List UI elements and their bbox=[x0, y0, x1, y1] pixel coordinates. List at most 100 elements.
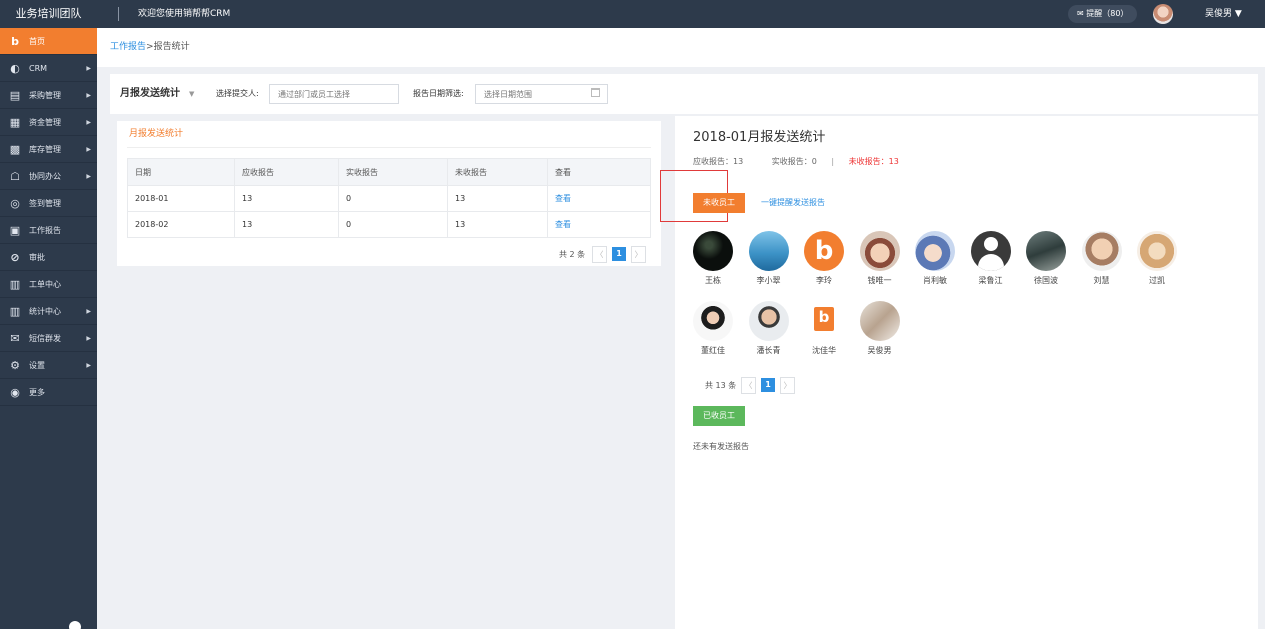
employee-avatar bbox=[804, 301, 844, 341]
employee-item[interactable]: 董红佳 bbox=[689, 301, 737, 356]
remind-all-button[interactable]: 一键提醒发送报告 bbox=[761, 193, 825, 213]
sidebar-item-label: CRM bbox=[29, 64, 48, 73]
filter-bar: 月报发送统计 ▼ 选择提交人: 报告日期筛选: bbox=[110, 74, 1258, 114]
employee-name: 李小翠 bbox=[756, 276, 781, 285]
table-row: 2018-01 13 0 13 查看 bbox=[127, 185, 651, 212]
employee-item[interactable]: b 李玲 bbox=[800, 231, 848, 286]
sidebar-item-label: 签到管理 bbox=[29, 199, 61, 208]
employee-name: 董红佳 bbox=[701, 346, 725, 355]
chevron-right-icon: ▶ bbox=[86, 119, 91, 126]
breadcrumb-link-work-report[interactable]: 工作报告 bbox=[110, 42, 146, 52]
sidebar-item-home[interactable]: b 首页 bbox=[0, 28, 97, 55]
remind-button[interactable]: ✉ 提醒（80） bbox=[1068, 5, 1138, 23]
sidebar-item-office[interactable]: ☖ 协同办公 ▶ bbox=[0, 163, 97, 190]
table-pagination: 共 2 条 〈 1 〉 bbox=[559, 246, 651, 263]
prev-page-button[interactable]: 〈 bbox=[592, 246, 607, 263]
employee-name: 梁鲁江 bbox=[978, 276, 1003, 285]
received-employees-button[interactable]: 已收员工 bbox=[693, 406, 745, 426]
sidebar-item-report[interactable]: ▣ 工作报告 bbox=[0, 217, 97, 244]
sidebar-item-label: 更多 bbox=[29, 388, 45, 397]
next-page-button[interactable]: 〉 bbox=[780, 377, 795, 394]
employee-item[interactable]: 梁鲁江 bbox=[967, 231, 1015, 286]
cell-date: 2018-01 bbox=[127, 185, 235, 212]
employee-item[interactable]: 刘慧 bbox=[1078, 231, 1126, 286]
page-1-button[interactable]: 1 bbox=[761, 378, 775, 392]
prev-page-button[interactable]: 〈 bbox=[741, 377, 756, 394]
checkin-icon: ◎ bbox=[10, 197, 20, 210]
col-missing: 未收报告 bbox=[447, 158, 548, 186]
employee-avatar: b bbox=[804, 231, 844, 271]
stats-icon: ▥ bbox=[9, 305, 21, 318]
caret-down-icon[interactable]: ▼ bbox=[189, 74, 194, 114]
employee-item[interactable]: 王栋 bbox=[689, 231, 737, 286]
chevron-right-icon: ▶ bbox=[86, 173, 91, 180]
submitter-input[interactable] bbox=[269, 84, 399, 104]
table-row: 2018-02 13 0 13 查看 bbox=[127, 211, 651, 238]
sidebar-item-label: 资金管理 bbox=[29, 118, 61, 127]
employee-avatar bbox=[1026, 231, 1066, 271]
panel-divider bbox=[127, 147, 651, 148]
sidebar-item-sms[interactable]: ✉ 短信群发 ▶ bbox=[0, 325, 97, 352]
employee-item[interactable]: 过凯 bbox=[1133, 231, 1181, 286]
sidebar-item-label: 设置 bbox=[29, 361, 45, 370]
sidebar-item-label: 采购管理 bbox=[29, 91, 61, 100]
report-table: 日期 应收报告 实收报告 未收报告 查看 2018-01 13 0 13 查看 … bbox=[127, 158, 651, 238]
employee-item[interactable]: 肖利敏 bbox=[911, 231, 959, 286]
employee-avatar bbox=[1137, 231, 1177, 271]
cell-missing: 13 bbox=[447, 185, 548, 212]
user-avatar[interactable] bbox=[1153, 4, 1173, 24]
inventory-icon: ▩ bbox=[9, 143, 21, 156]
sidebar-item-purchase[interactable]: ▤ 采购管理 ▶ bbox=[0, 82, 97, 109]
page-1-button[interactable]: 1 bbox=[612, 247, 626, 261]
sidebar-item-inventory[interactable]: ▩ 库存管理 ▶ bbox=[0, 136, 97, 163]
cell-view: 查看 bbox=[547, 211, 651, 238]
employee-item[interactable]: 徐国波 bbox=[1022, 231, 1070, 286]
sidebar-item-ticket[interactable]: ▥ 工单中心 bbox=[0, 271, 97, 298]
user-menu[interactable]: 吴俊男 ▼ bbox=[1205, 0, 1242, 28]
approval-icon: ⊘ bbox=[10, 251, 20, 264]
cell-date: 2018-02 bbox=[127, 211, 235, 238]
employee-item[interactable]: 沈佳华 bbox=[800, 301, 848, 356]
purchase-icon: ▤ bbox=[9, 89, 21, 102]
report-type-title[interactable]: 月报发送统计 bbox=[120, 74, 180, 114]
finance-icon: ▦ bbox=[9, 116, 21, 129]
chevron-right-icon: ▶ bbox=[86, 362, 91, 369]
top-bar: 业务培训团队 欢迎您使用销帮帮CRM ✉ 提醒（80） 吴俊男 ▼ bbox=[0, 0, 1265, 28]
team-name: 业务培训团队 bbox=[15, 7, 82, 20]
topbar-divider bbox=[118, 7, 119, 21]
view-link[interactable]: 查看 bbox=[555, 220, 571, 229]
sidebar-item-label: 工作报告 bbox=[29, 226, 61, 235]
next-page-button[interactable]: 〉 bbox=[631, 246, 646, 263]
employee-item[interactable]: 潘长青 bbox=[745, 301, 793, 356]
table-header-row: 日期 应收报告 实收报告 未收报告 查看 bbox=[127, 158, 651, 186]
sidebar-item-finance[interactable]: ▦ 资金管理 ▶ bbox=[0, 109, 97, 136]
employee-item[interactable]: 钱唯一 bbox=[856, 231, 904, 286]
sidebar-item-more[interactable]: ◉ 更多 bbox=[0, 379, 97, 406]
crm-icon: ◐ bbox=[10, 62, 20, 75]
breadcrumb-separator: > bbox=[146, 42, 154, 52]
employee-name: 肖利敏 bbox=[923, 276, 947, 285]
sidebar-item-crm[interactable]: ◐ CRM ▶ bbox=[0, 55, 97, 82]
employee-item[interactable]: 李小翠 bbox=[745, 231, 793, 286]
sidebar-item-label: 审批 bbox=[29, 253, 45, 262]
sidebar-item-stats[interactable]: ▥ 统计中心 ▶ bbox=[0, 298, 97, 325]
sidebar-item-settings[interactable]: ⚙ 设置 ▶ bbox=[0, 352, 97, 379]
sidebar-item-label: 统计中心 bbox=[29, 307, 61, 316]
employee-name: 过凯 bbox=[1149, 276, 1165, 285]
sidebar-item-approval[interactable]: ⊘ 审批 bbox=[0, 244, 97, 271]
sidebar-item-checkin[interactable]: ◎ 签到管理 bbox=[0, 190, 97, 217]
unreceived-employees-button[interactable]: 未收员工 bbox=[693, 193, 745, 213]
calendar-icon[interactable] bbox=[591, 88, 600, 97]
employee-item[interactable]: 吴俊男 bbox=[856, 301, 904, 356]
employee-name: 潘长青 bbox=[756, 346, 781, 355]
breadcrumb: 工作报告>报告统计 bbox=[110, 28, 190, 67]
date-range-input[interactable] bbox=[475, 84, 608, 104]
report-icon: ▣ bbox=[9, 224, 21, 237]
employee-avatar bbox=[915, 231, 955, 271]
view-link[interactable]: 查看 bbox=[555, 194, 571, 203]
cell-received: 0 bbox=[338, 185, 448, 212]
employee-avatar bbox=[1081, 231, 1122, 271]
pagination-total: 共 2 条 bbox=[559, 250, 586, 259]
chevron-right-icon: ▶ bbox=[86, 92, 91, 99]
help-icon[interactable] bbox=[69, 621, 81, 629]
